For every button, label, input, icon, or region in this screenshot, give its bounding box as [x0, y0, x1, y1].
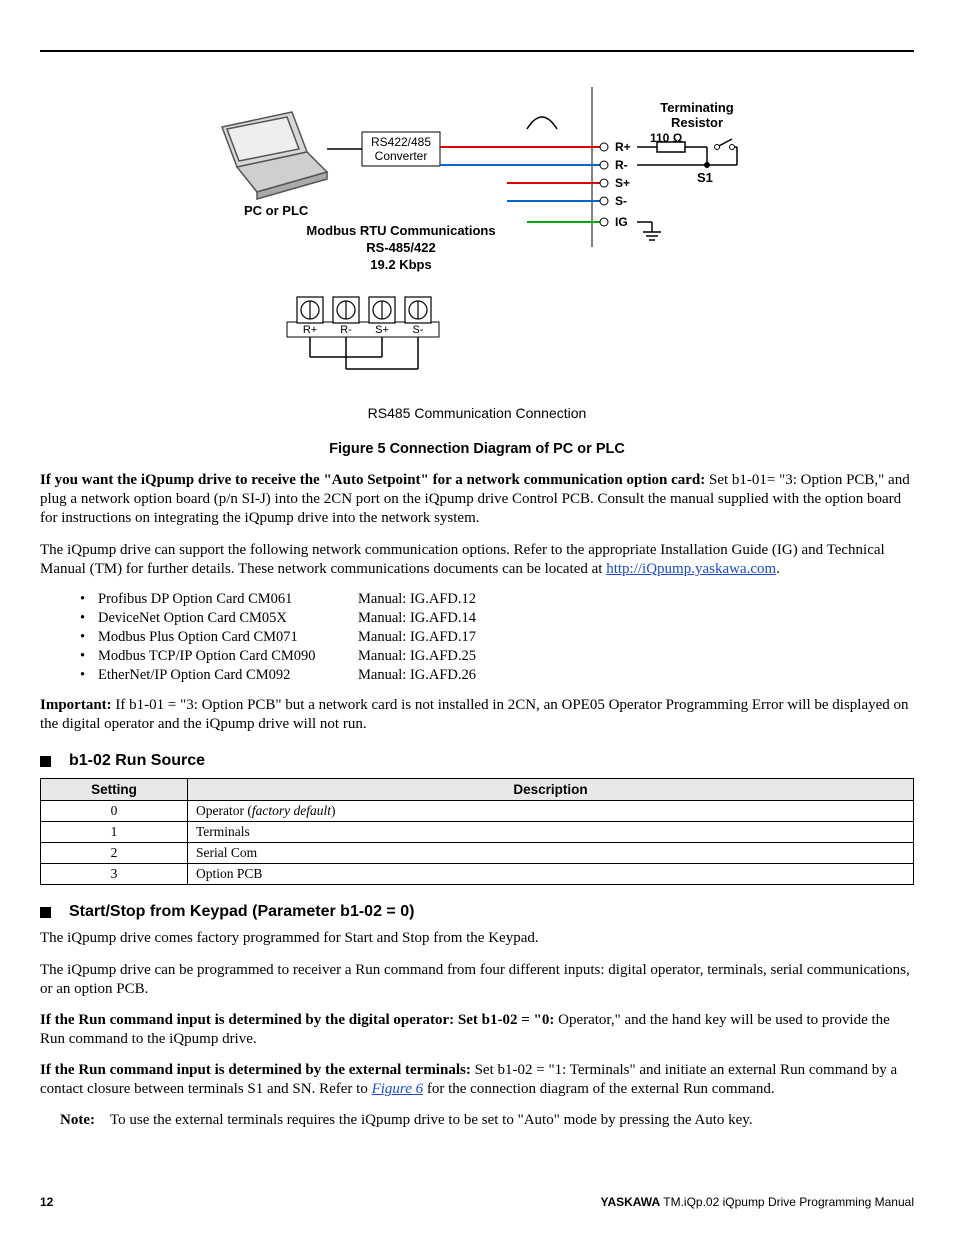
para-network-support: The iQpump drive can support the followi… [40, 541, 914, 579]
splus: S+ [615, 176, 630, 190]
option-card-list: •Profibus DP Option Card CM061Manual: IG… [40, 591, 914, 684]
figure-title: Figure 5 Connection Diagram of PC or PLC [40, 441, 914, 457]
para-digital-operator: If the Run command input is determined b… [40, 1011, 914, 1049]
conn-rminus: R- [340, 324, 352, 336]
page-footer: 12 YASKAWA TM.iQp.02 iQpump Drive Progra… [40, 1195, 914, 1209]
list-item: •Profibus DP Option Card CM061Manual: IG… [40, 591, 914, 608]
conn-splus: S+ [375, 324, 389, 336]
term-res-2: Resistor [671, 115, 723, 130]
sminus: S- [615, 194, 627, 208]
th-setting: Setting [41, 779, 188, 801]
b1-02-table: Setting Description 0Operator (factory d… [40, 778, 914, 885]
list-item: •Modbus Plus Option Card CM071Manual: IG… [40, 629, 914, 646]
para-important: Important: If b1-01 = "3: Option PCB" bu… [40, 696, 914, 734]
square-bullet-icon [40, 756, 51, 767]
list-item: •Modbus TCP/IP Option Card CM090Manual: … [40, 648, 914, 665]
note: Note: To use the external terminals requ… [60, 1112, 914, 1129]
connection-diagram: PC or PLC RS422/485 Converter Modbus RTU… [40, 77, 914, 431]
table-row: 1Terminals [41, 822, 914, 843]
section-b1-02: b1-02 Run Source [40, 752, 914, 770]
table-row: 2Serial Com [41, 843, 914, 864]
th-description: Description [188, 779, 914, 801]
figure6-link[interactable]: Figure 6 [372, 1081, 424, 1097]
page-number: 12 [40, 1195, 53, 1209]
pc-plc-label: PC or PLC [244, 203, 309, 218]
list-item: •EtherNet/IP Option Card CM092Manual: IG… [40, 667, 914, 684]
conn-rplus: R+ [303, 324, 317, 336]
list-item: •DeviceNet Option Card CM05XManual: IG.A… [40, 610, 914, 627]
table-row: 3Option PCB [41, 864, 914, 885]
section-start-stop: Start/Stop from Keypad (Parameter b1-02 … [40, 903, 914, 921]
comm-l2: RS-485/422 [366, 240, 435, 255]
s1-label: S1 [697, 170, 713, 185]
table-row: 0Operator (factory default) [41, 801, 914, 822]
ig: IG [615, 215, 628, 229]
square-bullet-icon [40, 907, 51, 918]
top-rule [40, 50, 914, 52]
comm-l1: Modbus RTU Communications [306, 223, 495, 238]
rminus: R- [615, 158, 628, 172]
iqpump-link[interactable]: http://iQpump.yaskawa.com [606, 561, 776, 577]
para-option-card: If you want the iQpump drive to receive … [40, 471, 914, 529]
converter-l2: Converter [375, 149, 428, 163]
para-factory: The iQpump drive comes factory programme… [40, 929, 914, 948]
footer-doc: TM.iQp.02 iQpump Drive Programming Manua… [660, 1195, 914, 1209]
comm-l3: 19.2 Kbps [370, 257, 431, 272]
conn-sminus: S- [413, 324, 424, 336]
rplus: R+ [615, 140, 631, 154]
footer-brand: YASKAWA [601, 1195, 661, 1209]
diagram-caption: RS485 Communication Connection [197, 405, 757, 421]
term-res-1: Terminating [660, 100, 733, 115]
diagram-svg: PC or PLC RS422/485 Converter Modbus RTU… [197, 87, 757, 397]
para-external-terminals: If the Run command input is determined b… [40, 1061, 914, 1099]
converter-l1: RS422/485 [371, 135, 431, 149]
para-run-sources: The iQpump drive can be programmed to re… [40, 961, 914, 999]
